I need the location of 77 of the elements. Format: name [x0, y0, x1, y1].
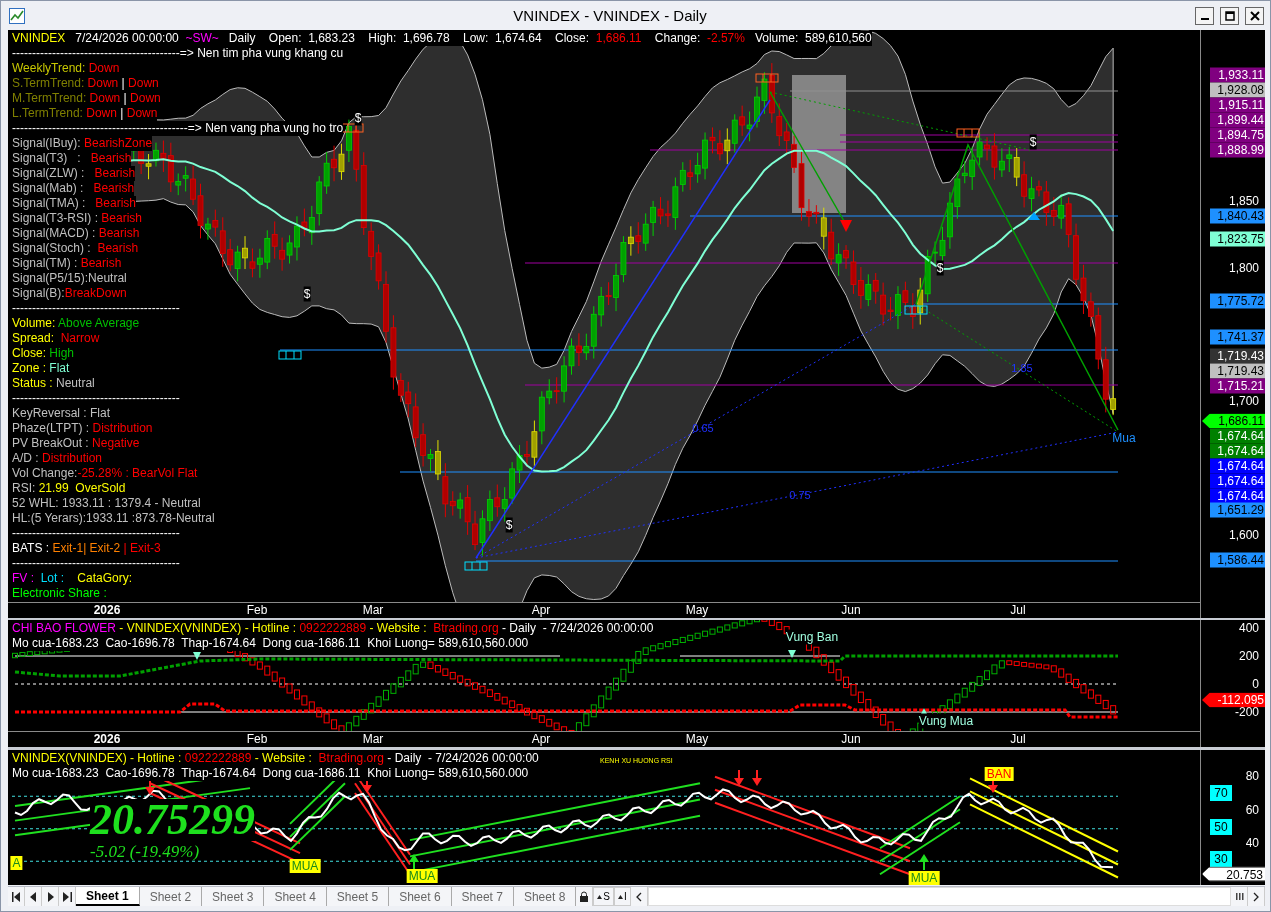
sheet-tab[interactable]: Sheet 1	[76, 887, 140, 906]
date-label: Jun	[841, 732, 861, 746]
fibonacci-label: 0.65	[692, 420, 714, 436]
price-tag: 1,899.44	[1210, 112, 1265, 128]
value-tag: -112.095	[1202, 692, 1265, 708]
price-tag: 1,719.43	[1210, 348, 1265, 364]
zone-label: Vung Mua	[918, 713, 974, 729]
price-tag: 1,674.64	[1210, 428, 1265, 444]
price-tag: 1,674.64	[1210, 458, 1265, 474]
price-tag: 1,741.37	[1210, 329, 1265, 345]
dollar-mark: $	[1029, 134, 1037, 150]
date-label: May	[685, 603, 709, 617]
date-label: 2026	[93, 603, 121, 617]
price-tag: 1,586.44	[1210, 552, 1265, 568]
price-tag: 1,915.11	[1210, 97, 1265, 113]
price-tag: 1,928.08	[1210, 82, 1265, 98]
date-label: Jul	[1010, 603, 1026, 617]
price-tag: 1,823.75	[1210, 231, 1265, 247]
zone-label: Vung Ban	[785, 629, 839, 645]
rsi-value: 20.75299	[90, 799, 255, 841]
axis-label: 1,600	[1228, 528, 1259, 542]
signal-label: MUA	[908, 871, 940, 885]
date-label: Feb	[246, 732, 268, 746]
dollar-mark: $	[303, 286, 311, 302]
signal-label: Mua	[1112, 430, 1136, 446]
axis-label: 400	[1238, 621, 1259, 635]
axis-label: 80	[1245, 769, 1259, 783]
level-tag: 70	[1210, 785, 1232, 801]
fibonacci-label: 0.75	[789, 487, 811, 503]
signal-label: MUA	[406, 869, 438, 883]
indicator-title: CHI BAO FLOWER - VNINDEX(VNINDEX) - Hotline : 0922222889 - Website : Btrading.org - Daily - 7/24/2026 00:00:00	[12, 621, 654, 636]
price-tag: 1,719.43	[1210, 363, 1265, 379]
signal-label: BAN	[984, 767, 1014, 781]
date-label: Jun	[841, 603, 861, 617]
axis-label: -200	[1234, 705, 1259, 719]
dollar-mark: $	[505, 517, 513, 533]
axis-label: 0	[1252, 677, 1259, 691]
signal-label: A	[10, 856, 23, 870]
axis-label: 1,850	[1228, 194, 1259, 208]
axis-label: 1,800	[1228, 261, 1259, 275]
level-tag: 30	[1210, 851, 1232, 867]
dollar-mark: $	[354, 110, 362, 126]
price-tag: 1,715.21	[1210, 378, 1265, 394]
price-tag: 1,888.99	[1210, 142, 1265, 158]
price-tag: 1,894.75	[1210, 127, 1265, 143]
price-summary: Mo cua-1683.23 Cao-1696.78 Thap-1674.64 Dong cua-1686.11 Khoi Luong= 589,610,560.000	[12, 636, 529, 651]
level-tag: 50	[1210, 819, 1232, 835]
price-summary: Mo cua-1683.23 Cao-1696.78 Thap-1674.64 Dong cua-1686.11 Khoi Luong= 589,610,560.000	[12, 766, 529, 781]
price-tag: 1,840.43	[1210, 208, 1265, 224]
axis-label: 40	[1245, 836, 1259, 850]
chart-header: VNINDEX 7/24/2026 00:00:00 ~SW~ Daily Open: 1,683.23 High: 1,696.78 Low: 1,674.64 Close: 1,686.11 Change: -2.57% Volume: 589,610,560	[12, 31, 872, 46]
date-label: Mar	[362, 732, 384, 746]
axis-label: 60	[1245, 803, 1259, 817]
price-tag: 1,933.11	[1210, 67, 1265, 83]
indicator-title: VNINDEX(VNINDEX) - Hotline : 0922222889 - Website : Btrading.org - Daily - 7/24/2026 00:00:00	[12, 751, 539, 766]
price-tag: 1,674.64	[1210, 473, 1265, 489]
fibonacci-label: 1.85	[1011, 360, 1033, 376]
date-label: Feb	[246, 603, 268, 617]
dollar-mark: $	[936, 260, 944, 276]
date-label: Mar	[362, 603, 384, 617]
price-tag: 1,686.11	[1202, 413, 1265, 429]
value-tag: 20.753	[1202, 866, 1265, 882]
price-tag: 1,674.64	[1210, 443, 1265, 459]
axis-label: 200	[1238, 649, 1259, 663]
date-label: Jul	[1010, 732, 1026, 746]
axis-label: 1,700	[1228, 394, 1259, 408]
date-label: Apr	[531, 732, 551, 746]
price-tag: 1,674.64	[1210, 488, 1265, 504]
rsi-change: -5.02 (-19.49%)	[90, 842, 200, 862]
price-tag: 1,651.29	[1210, 502, 1265, 518]
signal-label: MUA	[289, 859, 321, 873]
window-title: VNINDEX - VNINDEX - Daily	[512, 7, 708, 24]
date-label: Apr	[531, 603, 551, 617]
price-tag: 1,775.72	[1210, 293, 1265, 309]
date-label: May	[685, 732, 709, 746]
layout-tool-button[interactable]: S	[593, 887, 614, 906]
date-label: 2026	[93, 732, 121, 746]
